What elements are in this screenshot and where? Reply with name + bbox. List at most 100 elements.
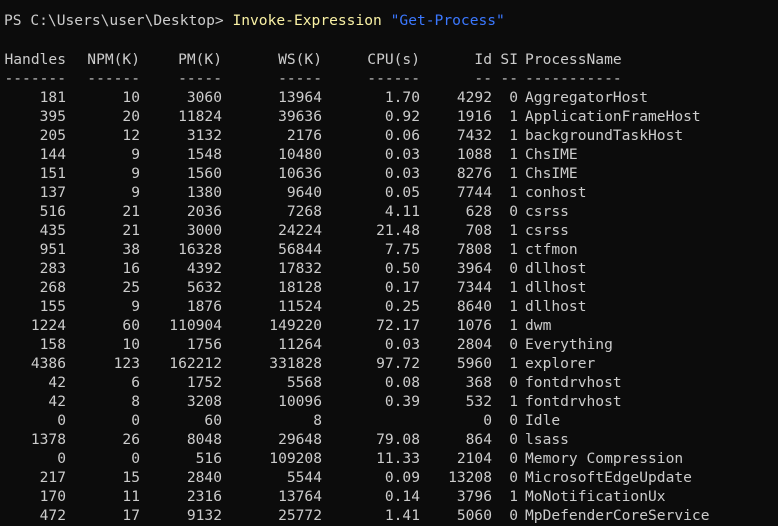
- cell-handles: 395: [39, 108, 66, 125]
- cell-ws: 9640: [286, 184, 322, 201]
- header-handles: Handles: [4, 51, 66, 68]
- cell-ws: 17832: [278, 260, 322, 277]
- cell-cpu: 0.39: [384, 393, 420, 410]
- table-row: 283 16 4392 17832 0.50 3964 0 dllhost: [4, 259, 774, 278]
- cell-ws: 7268: [286, 203, 322, 220]
- cell-handles: 217: [39, 469, 66, 486]
- cell-process-name: MicrosoftEdgeUpdate: [525, 469, 692, 486]
- header-si: SI: [500, 51, 518, 68]
- cell-handles: 0: [57, 450, 66, 467]
- cell-cpu: 0.09: [384, 469, 420, 486]
- cell-pm: 11824: [178, 108, 222, 125]
- cell-si: 0: [509, 89, 518, 106]
- cell-pm: 16328: [178, 241, 222, 258]
- table-row: 0 0 516 109208 11.33 2104 0 Memory Compression: [4, 449, 774, 468]
- cell-si: 0: [509, 336, 518, 353]
- cell-npm: 38: [122, 241, 140, 258]
- table-row: 158 10 1756 11264 0.03 2804 0 Everything: [4, 335, 774, 354]
- cell-cpu: 97.72: [376, 355, 420, 372]
- cell-handles: 151: [39, 165, 66, 182]
- cell-cpu: 0.50: [384, 260, 420, 277]
- cell-id: 1088: [456, 146, 492, 163]
- cell-ws: 56844: [278, 241, 322, 258]
- cell-id: 3964: [456, 260, 492, 277]
- dash-pm: -----: [178, 70, 222, 87]
- cell-ws: 25772: [278, 507, 322, 524]
- cell-ws: 18128: [278, 279, 322, 296]
- cell-si: 1: [509, 184, 518, 201]
- cell-ws: 11524: [278, 298, 322, 315]
- cell-id: 8276: [456, 165, 492, 182]
- cell-process-name: dllhost: [525, 260, 587, 277]
- cell-id: 1916: [456, 108, 492, 125]
- dash-id: --: [474, 70, 492, 87]
- cell-handles: 42: [48, 393, 66, 410]
- cell-cpu: 0.92: [384, 108, 420, 125]
- cell-ws: 5568: [286, 374, 322, 391]
- cell-process-name: fontdrvhost: [525, 393, 622, 410]
- cell-pm: 1380: [186, 184, 222, 201]
- cell-si: 1: [509, 393, 518, 410]
- cell-pm: 2036: [186, 203, 222, 220]
- cell-id: 3796: [456, 488, 492, 505]
- cell-si: 1: [509, 279, 518, 296]
- cell-ws: 5544: [286, 469, 322, 486]
- header-ws: WS(K): [278, 51, 322, 68]
- cell-si: 1: [509, 488, 518, 505]
- table-row: 1224 60 110904 149220 72.17 1076 1 dwm: [4, 316, 774, 335]
- cell-id: 2104: [456, 450, 492, 467]
- table-row: 516 21 2036 7268 4.11 628 0 csrss: [4, 202, 774, 221]
- table-header-row: Handles NPM(K) PM(K) WS(K) CPU(s) Id SI …: [4, 50, 774, 69]
- cell-handles: 155: [39, 298, 66, 315]
- cell-process-name: lsass: [525, 431, 569, 448]
- cell-handles: 144: [39, 146, 66, 163]
- header-process-name: ProcessName: [525, 51, 622, 68]
- dash-npm: ------: [87, 70, 140, 87]
- cell-handles: 1224: [30, 317, 66, 334]
- cell-process-name: ChsIME: [525, 146, 578, 163]
- cell-pm: 2840: [186, 469, 222, 486]
- cell-cpu: 21.48: [376, 222, 420, 239]
- cell-id: 13208: [448, 469, 492, 486]
- table-row: 395 20 11824 39636 0.92 1916 1 ApplicationFrame…: [4, 107, 774, 126]
- cell-id: 5060: [456, 507, 492, 524]
- table-row: 181 10 3060 13964 1.70 4292 0 AggregatorHost: [4, 88, 774, 107]
- cell-cpu: 0.03: [384, 336, 420, 353]
- terminal-window[interactable]: PS C:\Users\user\Desktop> Invoke-Express…: [0, 0, 778, 526]
- dash-ws: -----: [278, 70, 322, 87]
- cell-handles: 516: [39, 203, 66, 220]
- table-row: 170 11 2316 13764 0.14 3796 1 MoNotificationUx: [4, 487, 774, 506]
- cell-handles: 170: [39, 488, 66, 505]
- cell-npm: 25: [122, 279, 140, 296]
- cell-cpu: 0.14: [384, 488, 420, 505]
- cell-cpu: 4.11: [384, 203, 420, 220]
- cell-pm: 3132: [186, 127, 222, 144]
- cell-ws: 10480: [278, 146, 322, 163]
- cell-ws: 39636: [278, 108, 322, 125]
- cell-npm: 9: [131, 184, 140, 201]
- cell-process-name: Memory Compression: [525, 450, 684, 467]
- cell-si: 0: [509, 431, 518, 448]
- cell-process-name: Everything: [525, 336, 613, 353]
- prompt-path: PS C:\Users\user\Desktop>: [4, 12, 224, 29]
- cell-process-name: dllhost: [525, 298, 587, 315]
- cell-process-name: AggregatorHost: [525, 89, 649, 106]
- cell-npm: 20: [122, 108, 140, 125]
- cell-pm: 110904: [169, 317, 222, 334]
- cell-process-name: conhost: [525, 184, 587, 201]
- cell-pm: 162212: [169, 355, 222, 372]
- cell-npm: 0: [131, 450, 140, 467]
- cell-cpu: 0.17: [384, 279, 420, 296]
- cell-cpu: 1.41: [384, 507, 420, 524]
- table-row: 205 12 3132 2176 0.06 7432 1 backgroundTaskHost: [4, 126, 774, 145]
- cell-handles: 158: [39, 336, 66, 353]
- header-npm: NPM(K): [87, 51, 140, 68]
- header-pm: PM(K): [178, 51, 222, 68]
- cell-npm: 0: [131, 412, 140, 429]
- command-name: Invoke-Expression: [232, 12, 382, 29]
- cell-si: 1: [509, 241, 518, 258]
- cell-npm: 9: [131, 298, 140, 315]
- cell-id: 7432: [456, 127, 492, 144]
- dash-si: --: [500, 70, 518, 87]
- cell-cpu: 0.06: [384, 127, 420, 144]
